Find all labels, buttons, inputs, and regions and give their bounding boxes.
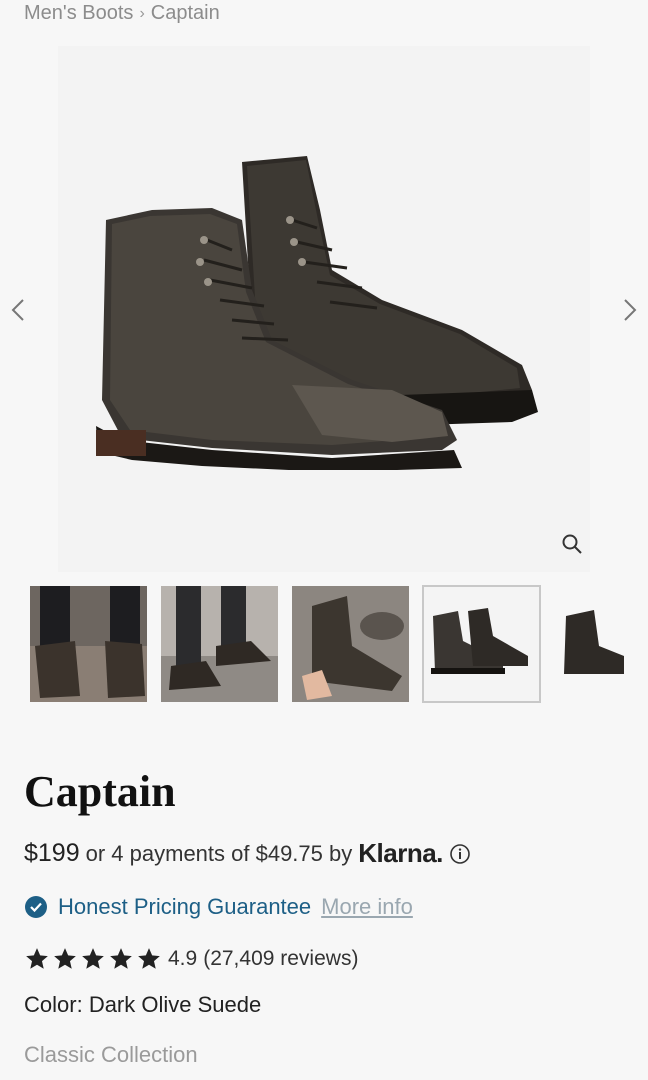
thumb-lifestyle-front[interactable] — [30, 586, 147, 702]
breadcrumb-parent-link[interactable]: Men's Boots — [24, 2, 133, 25]
product-hero-image[interactable] — [58, 46, 590, 572]
star-icon — [54, 948, 76, 969]
product-price: $199 — [24, 839, 80, 867]
breadcrumb-separator: › — [139, 4, 145, 22]
thumb-hand-held[interactable] — [292, 586, 409, 702]
chevron-left-icon — [11, 299, 24, 321]
review-count: (27,409 reviews) — [203, 947, 359, 970]
gallery-next-button[interactable] — [620, 294, 640, 326]
honest-pricing-guarantee: Honest Pricing Guarantee More info — [24, 894, 413, 920]
thumb-pair-product[interactable] — [422, 585, 541, 703]
star-icon — [26, 948, 48, 969]
breadcrumb: Men's Boots › Captain — [24, 2, 220, 25]
star-rating — [24, 946, 162, 972]
search-icon[interactable] — [560, 532, 584, 556]
product-title: Captain — [24, 767, 176, 816]
thumb-single-product[interactable] — [554, 586, 624, 702]
boot-pair-image — [96, 156, 538, 470]
installments-text: or 4 payments of $49.75 by — [85, 840, 353, 866]
star-icon — [82, 948, 104, 969]
color-label: Color: — [24, 992, 83, 1017]
chevron-right-icon — [624, 299, 637, 321]
collection-label: Classic Collection — [24, 1042, 198, 1067]
star-icon — [110, 948, 132, 969]
thumbnail-strip — [30, 585, 624, 703]
star-icon — [138, 948, 160, 969]
klarna-logo: Klarna. — [358, 838, 443, 868]
price-row: $199 or 4 payments of $49.75 by Klarna. — [24, 838, 471, 869]
breadcrumb-current: Captain — [150, 2, 220, 24]
gallery-prev-button[interactable] — [8, 294, 28, 326]
more-info-link[interactable]: More info — [321, 894, 413, 920]
rating-row[interactable]: 4.9 (27,409 reviews) — [24, 946, 358, 972]
color-row: Color: Dark Olive Suede — [24, 992, 261, 1018]
rating-value: 4.9 — [168, 947, 198, 970]
guarantee-label: Honest Pricing Guarantee — [58, 894, 312, 919]
info-icon[interactable] — [449, 843, 471, 865]
check-badge-icon — [25, 896, 47, 918]
thumb-lifestyle-side[interactable] — [161, 586, 278, 702]
color-value: Dark Olive Suede — [88, 992, 262, 1017]
